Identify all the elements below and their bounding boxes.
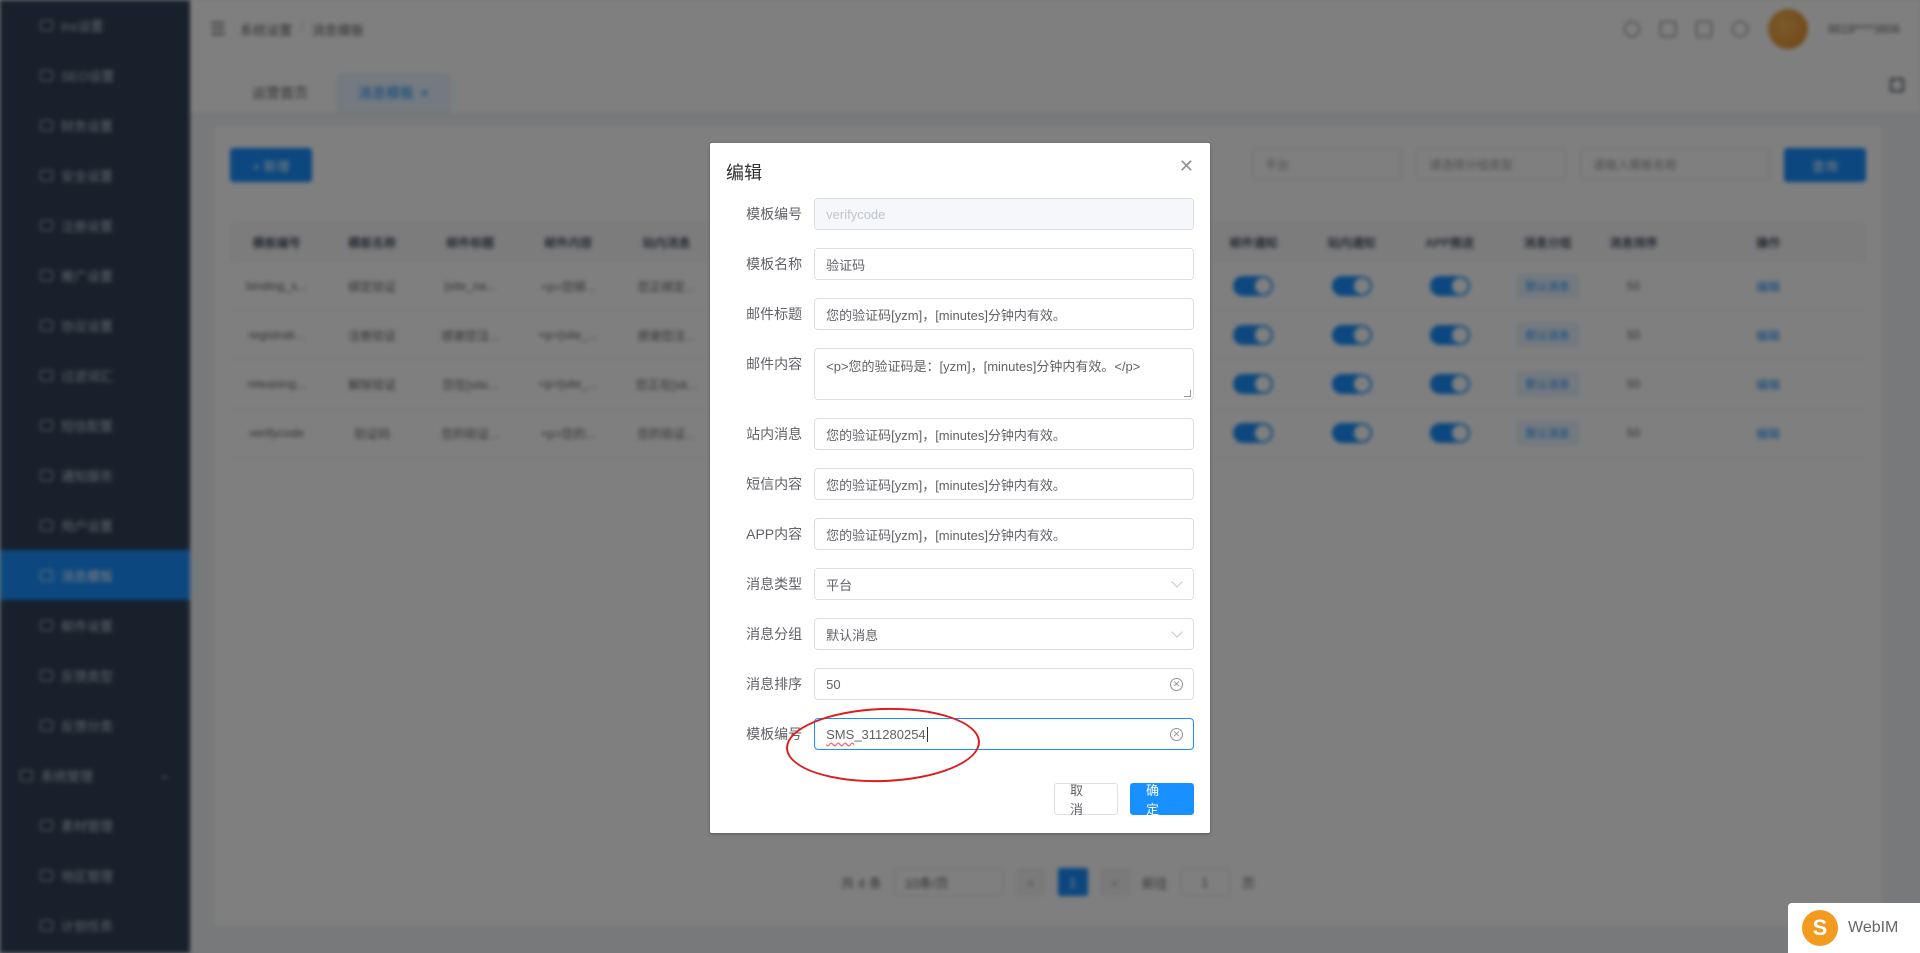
field-label: 消息分组 — [746, 626, 803, 642]
form-row-template-code: 模板编号 verifycode — [726, 198, 1194, 230]
message-group-select[interactable]: 默认消息 — [814, 618, 1194, 650]
message-type-select[interactable]: 平台 — [814, 568, 1194, 600]
dialog-footer: 取 消 确 定 — [1054, 783, 1194, 817]
field-label: 邮件标题 — [746, 306, 803, 322]
field-label: 短信内容 — [746, 476, 803, 492]
field-label: 消息排序 — [746, 676, 803, 692]
field-label: APP内容 — [746, 526, 803, 542]
template-name-input[interactable]: 验证码 — [814, 248, 1194, 280]
form-row-template-name: 模板名称 验证码 — [726, 248, 1194, 280]
form-row-mail-title: 邮件标题 您的验证码[yzm]，[minutes]分钟内有效。 — [726, 298, 1194, 330]
field-label: 模板编号 — [746, 206, 803, 222]
field-label: 站内消息 — [746, 426, 803, 442]
form-row-app-content: APP内容 您的验证码[yzm]，[minutes]分钟内有效。 — [726, 518, 1194, 550]
form-row-mail-content: 邮件内容 <p>您的验证码是：[yzm]，[minutes]分钟内有效。</p> — [726, 348, 1194, 400]
message-sort-input[interactable]: 50 ✕ — [814, 668, 1194, 700]
field-label: 消息类型 — [746, 576, 803, 592]
form-row-message-group: 消息分组 默认消息 — [726, 618, 1194, 650]
dialog-title: 编辑 — [726, 163, 762, 183]
site-message-input[interactable]: 您的验证码[yzm]，[minutes]分钟内有效。 — [814, 418, 1194, 450]
app-content-input[interactable]: 您的验证码[yzm]，[minutes]分钟内有效。 — [814, 518, 1194, 550]
edit-dialog: 编辑 ✕ 模板编号 verifycode 模板名称 验证码 邮件标题 您的验证码… — [710, 143, 1210, 833]
field-label: 模板编号 — [746, 726, 803, 742]
form-row-message-type: 消息类型 平台 — [726, 568, 1194, 600]
webim-widget[interactable]: S WebIM — [1788, 903, 1920, 953]
sms-template-code-input[interactable]: SMS _311280254 ✕ — [814, 718, 1194, 750]
field-label: 模板名称 — [746, 256, 803, 272]
mail-title-input[interactable]: 您的验证码[yzm]，[minutes]分钟内有效。 — [814, 298, 1194, 330]
webim-label: WebIM — [1848, 919, 1899, 936]
webim-logo-icon: S — [1802, 910, 1838, 946]
chevron-down-icon — [1171, 626, 1183, 638]
close-icon[interactable]: ✕ — [1179, 157, 1194, 175]
clear-icon[interactable]: ✕ — [1170, 728, 1183, 741]
sms-content-input[interactable]: 您的验证码[yzm]，[minutes]分钟内有效。 — [814, 468, 1194, 500]
clear-icon[interactable]: ✕ — [1170, 678, 1183, 691]
form-row-sms-content: 短信内容 您的验证码[yzm]，[minutes]分钟内有效。 — [726, 468, 1194, 500]
mail-content-textarea[interactable]: <p>您的验证码是：[yzm]，[minutes]分钟内有效。</p> — [814, 348, 1194, 400]
cancel-button[interactable]: 取 消 — [1054, 783, 1118, 817]
text-caret — [926, 726, 928, 742]
confirm-button[interactable]: 确 定 — [1130, 783, 1194, 817]
form-row-sms-template-code: 模板编号 SMS _311280254 ✕ — [726, 718, 1194, 750]
edit-form: 模板编号 verifycode 模板名称 验证码 邮件标题 您的验证码[yzm]… — [726, 198, 1194, 768]
form-row-site-message: 站内消息 您的验证码[yzm]，[minutes]分钟内有效。 — [726, 418, 1194, 450]
chevron-down-icon — [1171, 576, 1183, 588]
field-label: 邮件内容 — [746, 356, 803, 372]
form-row-message-sort: 消息排序 50 ✕ — [726, 668, 1194, 700]
template-code-input: verifycode — [814, 198, 1194, 230]
